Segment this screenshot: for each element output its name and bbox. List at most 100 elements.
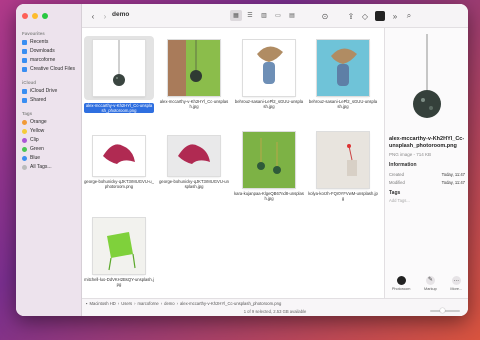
file-item[interactable]: behrouz-sasani-LePl2_sGUU-unsplash.jpg bbox=[234, 40, 304, 109]
sidebar-item-label: marcoforne bbox=[30, 57, 56, 63]
more-action-button[interactable]: … More... bbox=[450, 276, 462, 291]
icon-view-button[interactable]: ▦ bbox=[230, 10, 242, 21]
search-icon: ⌕ bbox=[406, 11, 412, 20]
gallery-view-button[interactable]: ▭ bbox=[272, 10, 284, 21]
sidebar-item-label: Orange bbox=[30, 119, 47, 125]
file-grid: alex-mccarthy-v-Kh2HYl_Cc-unsplash_photo… bbox=[82, 28, 384, 298]
slider-thumb[interactable] bbox=[440, 308, 445, 313]
action-label: Photoroom bbox=[391, 287, 411, 291]
chevron-left-icon: ‹ bbox=[91, 11, 95, 21]
path-segment[interactable]: alex-mccarthy-v-Kh2HYl_Cc-unsplash_photo… bbox=[180, 301, 281, 306]
sidebar-tag-green[interactable]: Green bbox=[22, 145, 44, 153]
file-name: behrouz-sasani-LePl2_sGUU-unsplash.jpg bbox=[308, 99, 378, 109]
file-thumbnail bbox=[93, 40, 145, 96]
sidebar-item-label: All Tags... bbox=[30, 164, 52, 170]
file-thumbnail bbox=[317, 40, 369, 96]
sidebar-item-label: Shared bbox=[30, 97, 47, 103]
column-view-button[interactable]: ▥ bbox=[258, 10, 270, 21]
file-item[interactable]: behrouz-sasani-LePl2_sGUU-unsplash.jpg bbox=[308, 40, 378, 109]
tag-button[interactable]: ◇ bbox=[360, 10, 370, 22]
modified-value: Today, 11:47 bbox=[441, 180, 465, 185]
folder-icon bbox=[22, 66, 27, 72]
clock-icon bbox=[22, 39, 27, 45]
home-icon bbox=[22, 57, 27, 63]
sidebar-item-label: Blue bbox=[30, 155, 41, 161]
file-name: kara-kujanpaa-KlgeQB67nd8-unsplash.jpg bbox=[234, 191, 304, 201]
sidebar-item-home[interactable]: marcoforne bbox=[22, 56, 55, 64]
download-icon bbox=[22, 48, 27, 54]
forward-button[interactable]: › bbox=[100, 10, 110, 22]
add-tags-field[interactable]: Add Tags... bbox=[389, 198, 410, 203]
path-separator: › bbox=[117, 300, 120, 306]
file-item[interactable]: alex-mccarthy-v-Kh2HYl_Cc-unsplash_photo… bbox=[84, 36, 154, 113]
ellipsis-circle-icon: ⊙ bbox=[321, 11, 329, 21]
chevron-right-icon: › bbox=[103, 11, 107, 21]
sidebar-tag-all[interactable]: All Tags... bbox=[22, 163, 52, 171]
sidebar-item-label: Downloads bbox=[30, 48, 55, 54]
ornament-image bbox=[113, 40, 125, 86]
preview-file-name: alex-mccarthy-v-Kh2HYl_Cc-unsplash_photo… bbox=[389, 136, 465, 149]
markup-icon: ✎ bbox=[425, 276, 435, 285]
sidebar-item-icloud-drive[interactable]: iCloud Drive bbox=[22, 87, 57, 95]
cloud-icon bbox=[22, 88, 27, 94]
icon-size-slider[interactable] bbox=[430, 308, 460, 313]
file-thumbnail bbox=[317, 132, 369, 188]
more-chevron-button[interactable]: » bbox=[390, 10, 400, 22]
disk-icon: ▪ bbox=[86, 300, 88, 306]
sidebar-item-downloads[interactable]: Downloads bbox=[22, 47, 55, 55]
file-name: george-bohunicky-qJKT3rMUGVU-unsplash.jp… bbox=[159, 179, 229, 189]
hair-person-image bbox=[243, 40, 295, 96]
file-item[interactable]: kolya-korzh-FQr0YFVwM-unsplash.jpg bbox=[308, 132, 378, 201]
list-view-button[interactable]: ☰ bbox=[244, 10, 256, 21]
sidebar-item-shared[interactable]: Shared bbox=[22, 96, 46, 104]
created-value: Today, 11:47 bbox=[441, 172, 465, 177]
sidebar: Favourites Recents Downloads marcoforne … bbox=[16, 4, 82, 316]
thumbnail-selected-background bbox=[84, 36, 154, 100]
close-window-button[interactable] bbox=[22, 13, 28, 19]
file-thumbnail bbox=[243, 132, 295, 188]
file-name: alex-mccarthy-v-Kh2HYl_Cc-unsplash_photo… bbox=[84, 103, 154, 113]
file-item[interactable]: alex-mccarthy-v-Kh2HYl_Cc-unsplash.jpg bbox=[159, 40, 229, 109]
path-segment[interactable]: marcoforne bbox=[138, 301, 159, 306]
green-chair-image bbox=[93, 218, 145, 274]
created-row: Created Today, 11:47 bbox=[389, 172, 465, 177]
vase-image bbox=[317, 132, 369, 188]
search-button[interactable]: ⌕ bbox=[404, 10, 414, 22]
zoom-window-button[interactable] bbox=[42, 13, 48, 19]
sidebar-section-tags: Tags bbox=[22, 111, 33, 116]
ornament-green-image bbox=[168, 40, 220, 96]
action-menu-button[interactable]: ⊙ bbox=[318, 10, 332, 22]
file-item[interactable]: mitchell-luo-DdVKH2BsQY-unsplash.jpg bbox=[84, 218, 154, 287]
quick-action-button[interactable] bbox=[374, 10, 386, 22]
markup-action-button[interactable]: ✎ Markup bbox=[424, 276, 437, 291]
tags-icon bbox=[22, 164, 27, 170]
group-button[interactable]: ▤ bbox=[286, 10, 298, 21]
back-button[interactable]: ‹ bbox=[88, 10, 98, 22]
sidebar-tag-orange[interactable]: Orange bbox=[22, 118, 47, 126]
minimize-window-button[interactable] bbox=[32, 13, 38, 19]
file-item[interactable]: george-bohunicky-qJKT3rMUGVU-u_photoroom… bbox=[84, 136, 154, 189]
sidebar-item-recents[interactable]: Recents bbox=[22, 38, 48, 46]
file-item[interactable]: george-bohunicky-qJKT3rMUGVU-unsplash.jp… bbox=[159, 136, 229, 189]
path-segment[interactable]: demo bbox=[164, 301, 174, 306]
shared-folder-icon bbox=[22, 97, 27, 103]
sidebar-tag-blue[interactable]: Blue bbox=[22, 154, 40, 162]
toolbar: ‹ › demo ▦ ☰ ▥ ▭ ▤ ⊙ ⇪ ◇ » ⌕ bbox=[82, 4, 468, 28]
path-segment[interactable]: Users bbox=[121, 301, 132, 306]
preview-file-kind: PNG image - 714 KB bbox=[389, 152, 432, 157]
share-icon: ⇪ bbox=[347, 11, 355, 21]
share-button[interactable]: ⇪ bbox=[346, 10, 356, 22]
window-controls bbox=[22, 13, 48, 19]
file-item[interactable]: kara-kujanpaa-KlgeQB67nd8-unsplash.jpg bbox=[234, 132, 304, 201]
window-title: demo bbox=[112, 11, 130, 18]
tag-dot-icon bbox=[22, 146, 27, 152]
sidebar-item-creative-cloud[interactable]: Creative Cloud Files bbox=[22, 65, 75, 73]
finder-window: Favourites Recents Downloads marcoforne … bbox=[16, 4, 468, 316]
sidebar-item-label: Clip bbox=[30, 137, 39, 143]
photoroom-action-button[interactable]: Photoroom bbox=[391, 276, 411, 291]
sidebar-tag-yellow[interactable]: Yellow bbox=[22, 127, 44, 135]
path-segment[interactable]: Macintosh HD bbox=[90, 301, 116, 306]
information-heading: Information bbox=[389, 162, 417, 168]
file-name: behrouz-sasani-LePl2_sGUU-unsplash.jpg bbox=[234, 99, 304, 109]
sidebar-tag-clip[interactable]: Clip bbox=[22, 136, 39, 144]
